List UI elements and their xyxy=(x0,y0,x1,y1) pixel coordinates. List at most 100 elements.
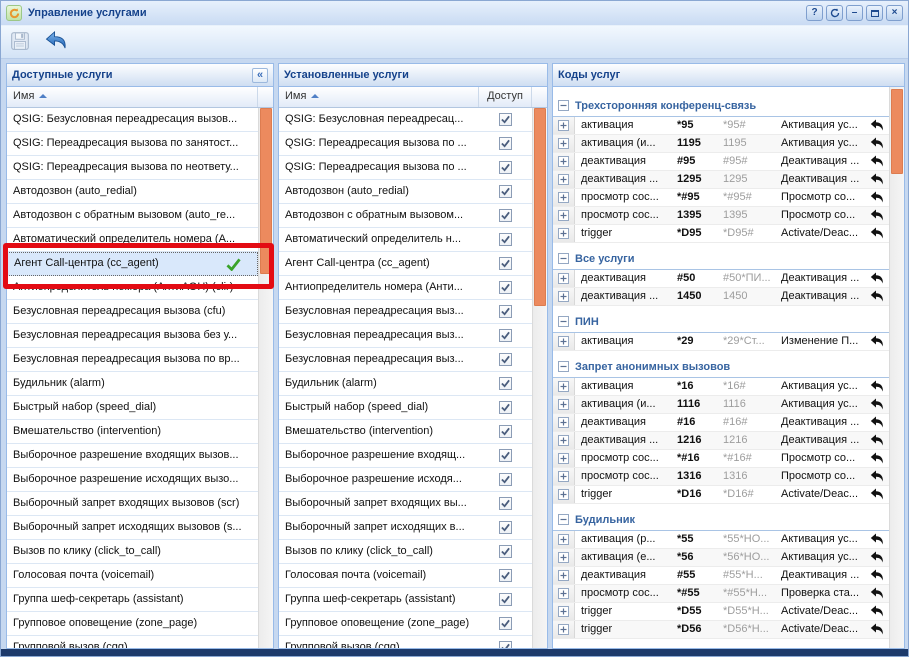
expand-row-icon[interactable] xyxy=(558,381,569,392)
available-service-row[interactable]: Выборочное разрешение исходящих вызо... xyxy=(7,468,258,492)
group-header[interactable]: Запрет анонимных вызовов xyxy=(553,356,889,378)
service-code-row[interactable]: просмотр сос...*#16*#16#Просмотр со... xyxy=(553,450,889,468)
available-service-row[interactable]: Выборочное разрешение входящих вызов... xyxy=(7,444,258,468)
expand-row-icon[interactable] xyxy=(558,588,569,599)
access-checkbox[interactable] xyxy=(499,497,512,510)
available-scrollbar[interactable] xyxy=(258,108,273,648)
service-code-row[interactable]: активация (е...*56*56*НО...Активация ус.… xyxy=(553,549,889,567)
group-header[interactable]: Будильник xyxy=(553,509,889,531)
access-checkbox[interactable] xyxy=(499,137,512,150)
expand-row-icon[interactable] xyxy=(558,273,569,284)
access-checkbox[interactable] xyxy=(499,113,512,126)
access-checkbox[interactable] xyxy=(499,521,512,534)
installed-service-row[interactable]: Безусловная переадресация выз... xyxy=(279,324,532,348)
installed-service-row[interactable]: Выборочное разрешение входящ... xyxy=(279,444,532,468)
expand-row-cell[interactable] xyxy=(553,189,575,206)
expand-row-icon[interactable] xyxy=(558,453,569,464)
window-titlebar[interactable]: Управление услугами ? – × xyxy=(1,1,908,25)
available-service-row[interactable]: Безусловная переадресация вызова без у..… xyxy=(7,324,258,348)
reset-code-button[interactable] xyxy=(865,432,889,449)
installed-service-row[interactable]: Будильник (alarm) xyxy=(279,372,532,396)
service-code-row[interactable]: trigger*D55*D55*Н...Activate/Deac... xyxy=(553,603,889,621)
service-code-row[interactable]: trigger*D56*D56*Н...Activate/Deac... xyxy=(553,621,889,639)
reset-code-button[interactable] xyxy=(865,117,889,134)
reset-code-button[interactable] xyxy=(865,225,889,242)
available-service-row[interactable]: Автодозвон с обратным вызовом (auto_re..… xyxy=(7,204,258,228)
installed-service-row[interactable]: Автодозвон (auto_redial) xyxy=(279,180,532,204)
service-code-row[interactable]: активация*16*16#Активация ус... xyxy=(553,378,889,396)
service-code-row[interactable]: активация*29*29*Ст...Изменение П... xyxy=(553,333,889,351)
reset-code-button[interactable] xyxy=(865,414,889,431)
reset-code-button[interactable] xyxy=(865,621,889,638)
installed-service-row[interactable]: Выборочное разрешение исходя... xyxy=(279,468,532,492)
reset-code-button[interactable] xyxy=(865,468,889,485)
expand-row-icon[interactable] xyxy=(558,291,569,302)
column-header-access[interactable]: Доступ xyxy=(479,87,532,107)
expand-row-icon[interactable] xyxy=(558,399,569,410)
available-service-row[interactable]: Безусловная переадресация вызова (cfu) xyxy=(7,300,258,324)
installed-service-row[interactable]: QSIG: Переадресация вызова по ... xyxy=(279,156,532,180)
service-code-row[interactable]: деактивация ...12951295Деактивация ... xyxy=(553,171,889,189)
access-checkbox[interactable] xyxy=(499,233,512,246)
service-code-row[interactable]: активация (и...11951195Активация ус... xyxy=(553,135,889,153)
expand-row-cell[interactable] xyxy=(553,450,575,467)
collapse-group-icon[interactable] xyxy=(558,253,569,264)
access-checkbox[interactable] xyxy=(499,593,512,606)
expand-row-icon[interactable] xyxy=(558,489,569,500)
expand-row-icon[interactable] xyxy=(558,417,569,428)
collapse-group-icon[interactable] xyxy=(558,100,569,111)
reset-code-button[interactable] xyxy=(865,549,889,566)
access-checkbox[interactable] xyxy=(499,473,512,486)
expand-row-icon[interactable] xyxy=(558,192,569,203)
expand-row-cell[interactable] xyxy=(553,270,575,287)
available-service-row[interactable]: Группа шеф-секретарь (assistant) xyxy=(7,588,258,612)
service-code-row[interactable]: деактивация#55#55*Н...Деактивация ... xyxy=(553,567,889,585)
available-service-row[interactable]: QSIG: Безусловная переадресация вызов... xyxy=(7,108,258,132)
expand-row-cell[interactable] xyxy=(553,603,575,620)
expand-row-icon[interactable] xyxy=(558,606,569,617)
reset-code-button[interactable] xyxy=(865,486,889,503)
undo-button[interactable] xyxy=(41,27,71,57)
access-checkbox[interactable] xyxy=(499,425,512,438)
access-checkbox[interactable] xyxy=(499,185,512,198)
installed-service-row[interactable]: Безусловная переадресация выз... xyxy=(279,300,532,324)
access-checkbox[interactable] xyxy=(499,545,512,558)
column-header-name[interactable]: Имя xyxy=(7,87,258,107)
expand-row-cell[interactable] xyxy=(553,117,575,134)
expand-row-icon[interactable] xyxy=(558,138,569,149)
collapse-group-icon[interactable] xyxy=(558,514,569,525)
service-code-row[interactable]: просмотр сос...13951395Просмотр со... xyxy=(553,207,889,225)
installed-service-row[interactable]: QSIG: Переадресация вызова по ... xyxy=(279,132,532,156)
available-service-row[interactable]: Агент Call-центра (cc_agent) xyxy=(7,252,258,276)
expand-row-cell[interactable] xyxy=(553,621,575,638)
expand-row-cell[interactable] xyxy=(553,333,575,350)
access-checkbox[interactable] xyxy=(499,401,512,414)
service-code-row[interactable]: деактивация#16#16#Деактивация ... xyxy=(553,414,889,432)
available-service-row[interactable]: Быстрый набор (speed_dial) xyxy=(7,396,258,420)
expand-row-icon[interactable] xyxy=(558,210,569,221)
expand-row-cell[interactable] xyxy=(553,531,575,548)
reset-code-button[interactable] xyxy=(865,171,889,188)
service-code-row[interactable]: trigger*D95*D95#Activate/Deac... xyxy=(553,225,889,243)
available-service-row[interactable]: QSIG: Переадресация вызова по занятост..… xyxy=(7,132,258,156)
available-service-row[interactable]: Выборочный запрет исходящих вызовов (s..… xyxy=(7,516,258,540)
reset-code-button[interactable] xyxy=(865,270,889,287)
installed-service-row[interactable]: Группа шеф-секретарь (assistant) xyxy=(279,588,532,612)
reset-code-button[interactable] xyxy=(865,153,889,170)
installed-service-row[interactable]: Вмешательство (intervention) xyxy=(279,420,532,444)
expand-row-cell[interactable] xyxy=(553,567,575,584)
expand-row-icon[interactable] xyxy=(558,156,569,167)
scrollbar-thumb[interactable] xyxy=(891,89,903,174)
available-service-row[interactable]: Вызов по клику (click_to_call) xyxy=(7,540,258,564)
group-header[interactable]: ПИН xyxy=(553,311,889,333)
group-header[interactable]: Все услуги xyxy=(553,248,889,270)
available-service-row[interactable]: Выборочный запрет входящих вызовов (scr) xyxy=(7,492,258,516)
access-checkbox[interactable] xyxy=(499,209,512,222)
expand-row-icon[interactable] xyxy=(558,552,569,563)
expand-row-icon[interactable] xyxy=(558,120,569,131)
installed-service-row[interactable]: Групповой вызов (cgg) xyxy=(279,636,532,648)
expand-row-cell[interactable] xyxy=(553,225,575,242)
access-checkbox[interactable] xyxy=(499,329,512,342)
reset-code-button[interactable] xyxy=(865,378,889,395)
installed-service-row[interactable]: Выборочный запрет исходящих в... xyxy=(279,516,532,540)
